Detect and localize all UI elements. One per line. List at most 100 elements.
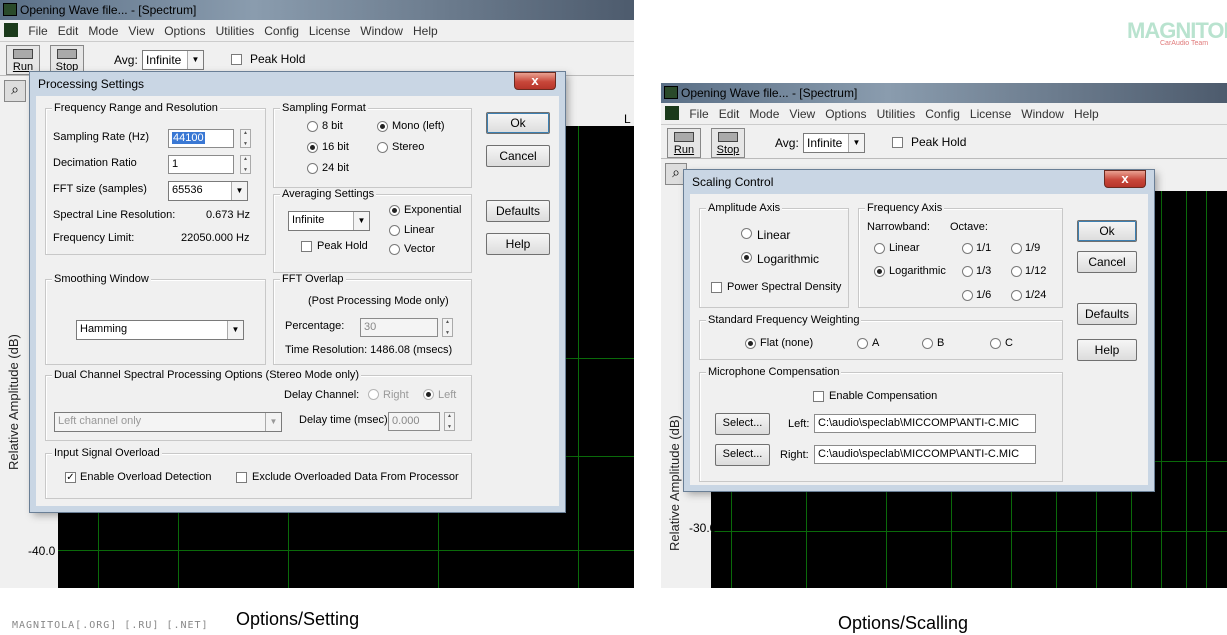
mic-compensation-group: Microphone Compensation Enable Compensat… <box>699 366 1063 482</box>
amp-linear-radio[interactable] <box>741 228 752 239</box>
menu-config[interactable]: Config <box>920 103 965 121</box>
menu-utilities[interactable]: Utilities <box>872 103 921 121</box>
help-button[interactable]: Help <box>1077 339 1137 361</box>
menu-config[interactable]: Config <box>259 20 304 38</box>
sampling-rate-spinner[interactable] <box>240 129 251 148</box>
child-window-icon[interactable] <box>665 106 679 120</box>
sampling-rate-label: Sampling Rate (Hz) <box>53 131 149 143</box>
menu-file[interactable]: File <box>23 20 52 38</box>
menu-window[interactable]: Window <box>355 20 408 38</box>
menu-help[interactable]: Help <box>408 20 443 38</box>
menu-help[interactable]: Help <box>1069 103 1104 121</box>
defaults-button[interactable]: Defaults <box>486 200 550 222</box>
peak-hold-checkbox[interactable] <box>301 241 312 252</box>
avg-select[interactable]: Infinite ▼ <box>142 50 204 70</box>
left-window-titlebar[interactable]: Opening Wave file... - [Spectrum] <box>0 0 634 20</box>
menu-window[interactable]: Window <box>1016 103 1069 121</box>
menu-view[interactable]: View <box>784 103 820 121</box>
oct-1-3-radio[interactable] <box>962 266 973 277</box>
stop-button[interactable]: Stop <box>711 128 745 158</box>
amp-log-radio[interactable] <box>741 252 752 263</box>
delay-time-input[interactable]: 0.000 <box>388 412 440 431</box>
left-path-input[interactable]: C:\audio\speclab\MICCOMP\ANTI-C.MIC <box>814 414 1036 433</box>
dialog-title[interactable]: Processing Settings <box>36 72 559 96</box>
percentage-input[interactable]: 30 <box>360 318 438 337</box>
oct-1-6-radio[interactable] <box>962 290 973 301</box>
sampling-rate-input[interactable]: 44100 <box>168 129 234 148</box>
weight-b-radio[interactable] <box>922 338 933 349</box>
peak-hold-checkbox[interactable] <box>892 137 903 148</box>
averaging-select[interactable]: Infinite ▼ <box>288 211 370 231</box>
avg-select[interactable]: Infinite ▼ <box>803 133 865 153</box>
linear-radio[interactable] <box>389 225 400 236</box>
right-screenshot: Opening Wave file... - [Spectrum] File Ed… <box>661 83 1227 588</box>
close-icon[interactable]: x <box>514 72 556 90</box>
enable-comp-checkbox[interactable] <box>813 391 824 402</box>
oct-1-12-radio[interactable] <box>1011 266 1022 277</box>
8bit-radio[interactable] <box>307 121 318 132</box>
weight-flat-radio[interactable] <box>745 338 756 349</box>
oct-1-1-radio[interactable] <box>962 243 973 254</box>
close-icon[interactable]: x <box>1104 170 1146 188</box>
help-button[interactable]: Help <box>486 233 550 255</box>
dialog-title[interactable]: Scaling Control <box>690 170 1148 194</box>
menu-mode[interactable]: Mode <box>83 20 123 38</box>
percentage-spinner[interactable] <box>442 318 453 337</box>
decimation-spinner[interactable] <box>240 155 251 174</box>
nb-linear-radio[interactable] <box>874 243 885 254</box>
menu-utilities[interactable]: Utilities <box>211 20 260 38</box>
menu-edit[interactable]: Edit <box>714 103 745 121</box>
delay-right-radio[interactable] <box>368 389 379 400</box>
delay-left-radio[interactable] <box>423 389 434 400</box>
menu-view[interactable]: View <box>123 20 159 38</box>
exclude-overload-checkbox[interactable] <box>236 472 247 483</box>
ok-button[interactable]: Ok <box>486 112 550 134</box>
channel-select[interactable]: Left channel only ▼ <box>54 412 282 432</box>
select-right-button[interactable]: Select... <box>715 444 770 466</box>
defaults-button[interactable]: Defaults <box>1077 303 1137 325</box>
psd-checkbox[interactable] <box>711 282 722 293</box>
delay-time-spinner[interactable] <box>444 412 455 431</box>
weight-c-radio[interactable] <box>990 338 1001 349</box>
menu-mode[interactable]: Mode <box>744 103 784 121</box>
stereo-radio[interactable] <box>377 142 388 153</box>
processing-settings-dialog: Processing Settings x Frequency Range an… <box>30 72 565 512</box>
left-toolbar: Run Stop Avg: Infinite ▼ Peak Hold <box>0 42 634 76</box>
exponential-radio[interactable] <box>389 205 400 216</box>
oct-1-24-radio[interactable] <box>1011 290 1022 301</box>
cancel-button[interactable]: Cancel <box>1077 251 1137 273</box>
delay-channel-label: Delay Channel: <box>284 389 360 401</box>
run-button[interactable]: Run <box>667 128 701 158</box>
decimation-input[interactable]: 1 <box>168 155 234 174</box>
child-window-icon[interactable] <box>4 23 18 37</box>
menu-edit[interactable]: Edit <box>53 20 84 38</box>
nb-log-label: Logarithmic <box>889 265 946 277</box>
menu-options[interactable]: Options <box>159 20 210 38</box>
peak-hold-checkbox[interactable] <box>231 54 242 65</box>
stop-button[interactable]: Stop <box>50 45 84 75</box>
menu-license[interactable]: License <box>965 103 1016 121</box>
oct-1-9-radio[interactable] <box>1011 243 1022 254</box>
menu-license[interactable]: License <box>304 20 355 38</box>
peak-hold-label: Peak Hold <box>250 52 306 66</box>
run-button[interactable]: Run <box>6 45 40 75</box>
mono-left-radio[interactable] <box>377 121 388 132</box>
enable-overload-checkbox[interactable]: ✓ <box>65 472 76 483</box>
app-icon <box>3 3 17 16</box>
smoothing-select[interactable]: Hamming ▼ <box>76 320 244 340</box>
menu-options[interactable]: Options <box>820 103 871 121</box>
16bit-radio[interactable] <box>307 142 318 153</box>
select-left-button[interactable]: Select... <box>715 413 770 435</box>
nb-log-radio[interactable] <box>874 266 885 277</box>
right-window-titlebar[interactable]: Opening Wave file... - [Spectrum] <box>661 83 1227 103</box>
vector-radio[interactable] <box>389 244 400 255</box>
fft-size-select[interactable]: 65536 ▼ <box>168 181 248 201</box>
menu-file[interactable]: File <box>684 103 713 121</box>
right-path-input[interactable]: C:\audio\speclab\MICCOMP\ANTI-C.MIC <box>814 445 1036 464</box>
weight-a-radio[interactable] <box>857 338 868 349</box>
24bit-radio[interactable] <box>307 163 318 174</box>
zoom-icon[interactable]: ⌕ <box>4 80 26 102</box>
y-tick: -30.0 <box>689 521 717 535</box>
cancel-button[interactable]: Cancel <box>486 145 550 167</box>
ok-button[interactable]: Ok <box>1077 220 1137 242</box>
